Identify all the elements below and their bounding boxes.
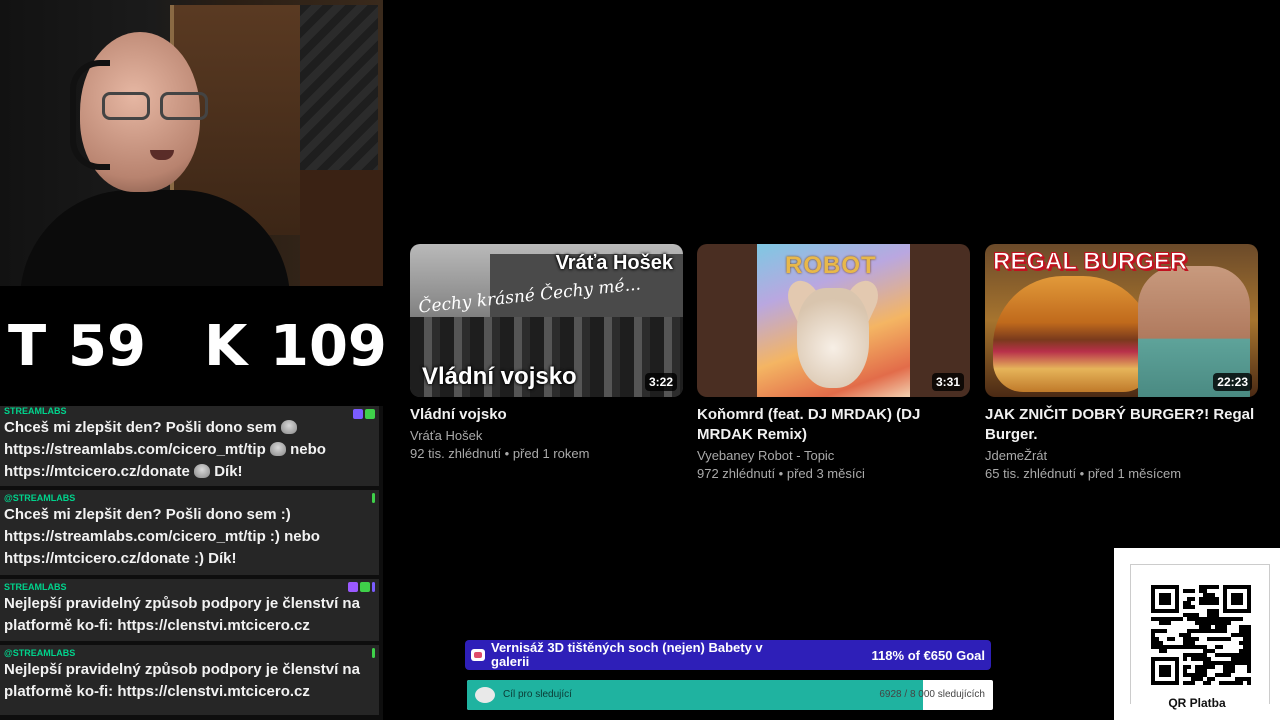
glasses	[102, 92, 214, 122]
badge-icon	[372, 493, 375, 503]
chat-message-text: Chceš mi zlepšit den? Pošli dono sem htt…	[4, 419, 326, 480]
chat-username: @STREAMLABS	[4, 493, 76, 503]
emote-icon	[194, 464, 211, 478]
fox-image	[797, 288, 869, 388]
video-thumbnail[interactable]: ROBOT 3:31	[697, 244, 970, 397]
video-thumbnail[interactable]: REGAL BURGER 22:23	[985, 244, 1258, 397]
chat-username: STREAMLABS	[4, 406, 67, 416]
chat-badges	[348, 582, 375, 592]
video-title[interactable]: Vládní vojsko	[410, 405, 683, 425]
score-k-value: 109	[270, 314, 387, 379]
chat-message: @STREAMLABS Chceš mi zlepšit den? Pošli …	[0, 490, 379, 575]
emote-icon	[280, 420, 297, 434]
emote-icon	[269, 442, 286, 456]
follower-goal-bar: Cíl pro sledující 6928 / 8 000 sledující…	[467, 680, 993, 710]
chat-username: @STREAMLABS	[4, 648, 76, 658]
thumbnail-text-top: REGAL BURGER	[992, 248, 1188, 276]
chat-badges	[372, 493, 375, 503]
ko-fi-cup-icon	[471, 649, 485, 661]
chat-badges	[372, 648, 375, 658]
qr-payment-panel: QR Platba	[1114, 548, 1280, 720]
video-title[interactable]: JAK ZNIČIT DOBRÝ BURGER?! Regal Burger.	[985, 405, 1258, 445]
chat-message-text: Nejlepší pravidelný způsob podpory je čl…	[4, 661, 360, 700]
chat-message-text: Chceš mi zlepšit den? Pošli dono sem :) …	[4, 506, 320, 567]
badge-icon	[353, 409, 363, 419]
chat-message: STREAMLABS Chceš mi zlepšit den? Pošli d…	[0, 406, 379, 486]
thumbnail-text-top: ROBOT	[785, 252, 877, 279]
video-title[interactable]: Koňomrd (feat. DJ MRDAK) (DJ MRDAK Remix…	[697, 405, 970, 445]
chat-badges	[353, 409, 375, 419]
qr-code	[1151, 585, 1251, 685]
donation-goal-progress: 118% of €650 Goal	[871, 648, 985, 663]
video-channel[interactable]: Vyebaney Robot - Topic	[697, 447, 970, 465]
donation-goal-bar: Vernisáž 3D tištěných soch (nejen) Babet…	[465, 640, 991, 670]
chat-username: STREAMLABS	[4, 582, 67, 592]
thumbnail-text-top: Vráťa Hošek	[555, 252, 673, 274]
badge-icon	[365, 409, 375, 419]
webcam-shelf	[300, 170, 383, 286]
donation-goal-title: Vernisáž 3D tištěných soch (nejen) Babet…	[491, 640, 763, 669]
chat-message: STREAMLABS Nejlepší pravidelný způsob po…	[0, 579, 379, 641]
follower-goal-count: 6928 / 8 000 sledujících	[879, 689, 985, 700]
badge-icon	[348, 582, 358, 592]
video-card[interactable]: REGAL BURGER 22:23 JAK ZNIČIT DOBRÝ BURG…	[985, 244, 1258, 483]
video-card[interactable]: ROBOT 3:31 Koňomrd (feat. DJ MRDAK) (DJ …	[697, 244, 970, 483]
video-thumbnail[interactable]: Vráťa Hošek Čechy krásné Čechy mé... Vlá…	[410, 244, 683, 397]
video-meta: 972 zhlédnutí • před 3 měsíci	[697, 466, 865, 481]
follower-goal-label: Cíl pro sledující	[503, 689, 572, 700]
left-column: T 59 K 109 STREAMLABS Chceš mi zlepšit d…	[0, 0, 387, 720]
webcam-feed	[0, 0, 383, 286]
video-channel[interactable]: Vráťa Hošek	[410, 427, 683, 445]
score-t-label: T	[8, 314, 47, 379]
thumbnail-text-bottom: Vládní vojsko	[422, 363, 577, 390]
qr-frame	[1130, 564, 1270, 704]
score-panel: T 59 K 109	[0, 286, 387, 406]
chat-panel: STREAMLABS Chceš mi zlepšit den? Pošli d…	[0, 406, 383, 720]
acoustic-foam	[300, 5, 378, 175]
video-meta: 65 tis. zhlédnutí • před 1 měsícem	[985, 466, 1182, 481]
score-t-value: 59	[68, 314, 146, 379]
badge-icon	[372, 648, 375, 658]
follower-goal-icon	[475, 687, 495, 703]
chat-message: @STREAMLABS Nejlepší pravidelný způsob p…	[0, 645, 379, 715]
qr-label: QR Platba	[1168, 696, 1226, 710]
score-k-label: K	[204, 314, 248, 379]
video-duration: 22:23	[1213, 373, 1252, 391]
video-duration: 3:31	[931, 373, 964, 391]
badge-icon	[372, 582, 375, 592]
badge-icon	[360, 582, 370, 592]
chat-message-text: Nejlepší pravidelný způsob podpory je čl…	[4, 595, 360, 634]
video-duration: 3:22	[644, 373, 677, 391]
video-card[interactable]: Vráťa Hošek Čechy krásné Čechy mé... Vlá…	[410, 244, 683, 463]
video-channel[interactable]: JdemeŽrát	[985, 447, 1258, 465]
burger-image	[993, 276, 1153, 392]
video-meta: 92 tis. zhlédnutí • před 1 rokem	[410, 446, 590, 461]
